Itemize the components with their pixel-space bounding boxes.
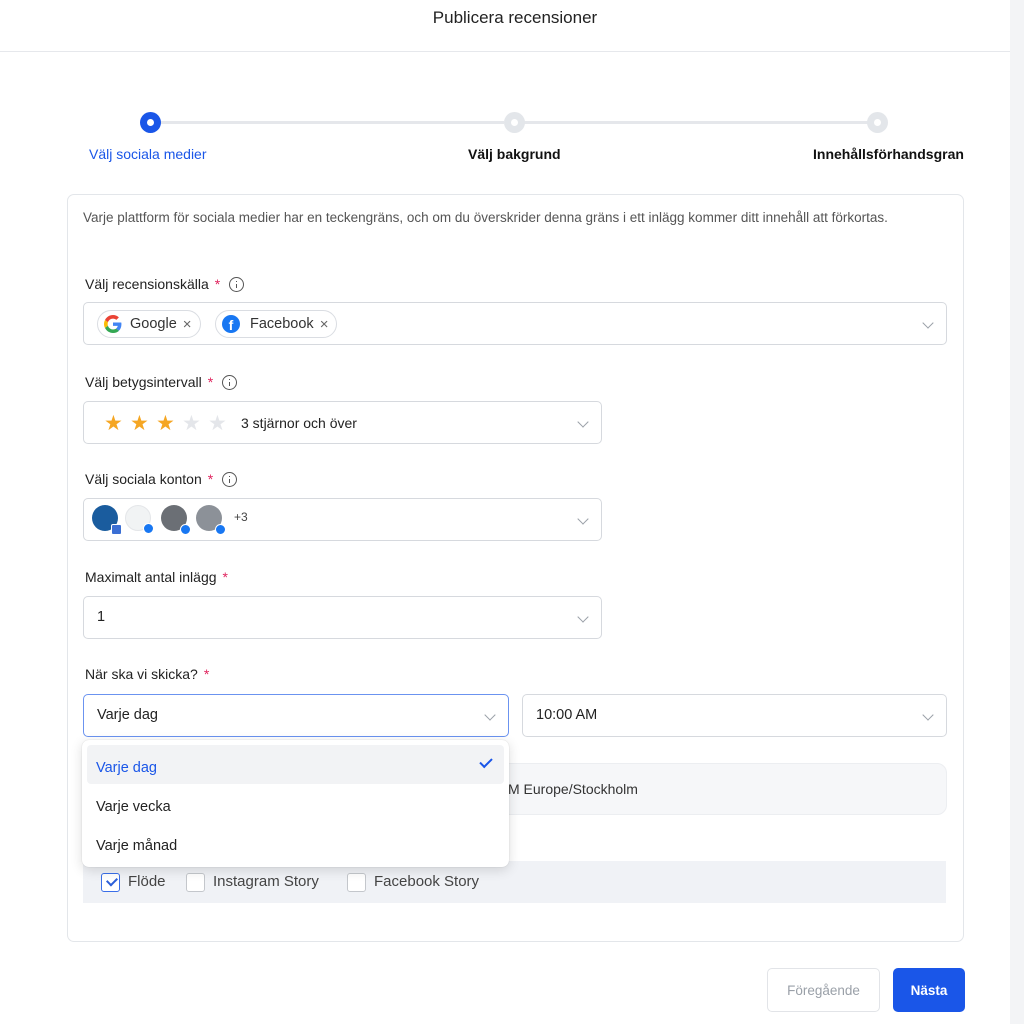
checkbox-instagram-story[interactable] [186, 873, 205, 892]
account-avatar [196, 505, 226, 535]
star-icon: ★ [104, 412, 123, 435]
info-icon[interactable] [229, 276, 245, 292]
frequency-select[interactable]: Varje dag [83, 694, 509, 737]
checkbox-facebook-story-label[interactable]: Facebook Story [374, 873, 479, 890]
frequency-value: Varje dag [97, 707, 158, 723]
accounts-label-text: Välj sociala konton [85, 471, 202, 487]
tag-facebook-label: Facebook [250, 316, 314, 332]
checkbox-instagram-story-label[interactable]: Instagram Story [213, 873, 319, 890]
google-icon [104, 315, 122, 333]
chevron-down-icon [577, 416, 589, 428]
info-icon[interactable] [222, 471, 238, 487]
required-mark: * [203, 666, 210, 682]
chevron-down-icon [484, 709, 496, 721]
account-avatar [125, 505, 154, 534]
max-posts-value: 1 [97, 609, 106, 625]
rating-value: 3 stjärnor och över [241, 415, 357, 431]
step-label-social-media[interactable]: Välj sociala medier [89, 146, 207, 162]
facebook-icon: f [222, 315, 240, 333]
review-source-label-text: Välj recensionskälla [85, 276, 209, 292]
star-icon: ★ [156, 412, 175, 435]
step-label-background[interactable]: Välj bakgrund [468, 146, 561, 162]
dropdown-option-label: Varje dag [96, 760, 157, 776]
star-icon: ★ [130, 412, 149, 435]
tag-google: Google × [97, 310, 201, 338]
checkbox-feed[interactable] [101, 873, 120, 892]
step-label-content-preview[interactable]: Innehållsförhandsgran [813, 146, 964, 162]
required-mark: * [207, 471, 214, 487]
character-limit-info: Varje plattform för sociala medier har e… [83, 210, 888, 225]
dropdown-option-daily[interactable]: Varje dag [87, 745, 504, 784]
chevron-down-icon [577, 513, 589, 525]
chevron-down-icon [577, 611, 589, 623]
tag-facebook: f Facebook × [215, 310, 338, 338]
accounts-select[interactable]: +3 [83, 498, 602, 541]
close-icon[interactable]: × [320, 316, 329, 333]
chevron-down-icon [922, 709, 934, 721]
check-icon [479, 754, 493, 769]
rating-label-text: Välj betygsintervall [85, 374, 202, 390]
stepper-line-1 [160, 121, 504, 124]
max-posts-select[interactable]: 1 [83, 596, 602, 639]
linkedin-badge-icon [111, 524, 122, 535]
checkbox-feed-label[interactable]: Flöde [128, 873, 166, 890]
post-type-options: Flöde Instagram Story Facebook Story [83, 861, 946, 903]
timezone-info: M Europe/Stockholm [497, 763, 947, 815]
star-icon: ★ [182, 412, 201, 435]
info-icon[interactable] [222, 374, 238, 390]
step-dot-social-media[interactable] [140, 112, 161, 133]
more-accounts-count: +3 [234, 510, 248, 524]
account-avatar [161, 505, 191, 535]
rating-select[interactable]: ★ ★ ★ ★ ★ 3 stjärnor och över [83, 401, 602, 444]
close-icon[interactable]: × [183, 316, 192, 333]
next-button[interactable]: Nästa [893, 968, 965, 1012]
time-value: 10:00 AM [536, 707, 598, 723]
max-posts-label-text: Maximalt antal inlägg [85, 569, 217, 585]
page-title: Publicera recensioner [432, 8, 598, 27]
accounts-label: Välj sociala konton * [85, 471, 238, 487]
star-icon: ★ [208, 412, 227, 435]
dropdown-option-monthly[interactable]: Varje månad [87, 823, 504, 862]
review-source-select[interactable]: Google × f Facebook × [83, 302, 947, 345]
right-scroll-strip [1010, 0, 1024, 1024]
time-select[interactable]: 10:00 AM [522, 694, 947, 737]
tag-google-label: Google [130, 316, 177, 332]
step-dot-content-preview[interactable] [867, 112, 888, 133]
rating-label: Välj betygsintervall * [85, 374, 238, 390]
chevron-down-icon [922, 317, 934, 329]
dropdown-option-label: Varje vecka [96, 799, 171, 815]
checkbox-facebook-story[interactable] [347, 873, 366, 892]
account-avatar [92, 505, 122, 535]
top-bar: Publicera recensioner [0, 0, 1010, 52]
max-posts-label: Maximalt antal inlägg * [85, 569, 228, 585]
facebook-badge-icon [180, 524, 191, 535]
stepper-line-2 [524, 121, 868, 124]
facebook-badge-icon [143, 523, 154, 534]
frequency-dropdown: Varje dag Varje vecka Varje månad [82, 740, 509, 867]
previous-button[interactable]: Föregående [767, 968, 880, 1012]
required-mark: * [222, 569, 228, 585]
step-dot-background[interactable] [504, 112, 525, 133]
dropdown-option-label: Varje månad [96, 838, 178, 854]
schedule-label-text: När ska vi skicka? [85, 666, 198, 682]
facebook-badge-icon [215, 524, 226, 535]
required-mark: * [207, 374, 214, 390]
review-source-label: Välj recensionskälla * [85, 276, 245, 292]
timezone-text: M Europe/Stockholm [508, 781, 638, 797]
dropdown-option-weekly[interactable]: Varje vecka [87, 784, 504, 823]
required-mark: * [214, 276, 221, 292]
schedule-label: När ska vi skicka? * [85, 666, 209, 682]
